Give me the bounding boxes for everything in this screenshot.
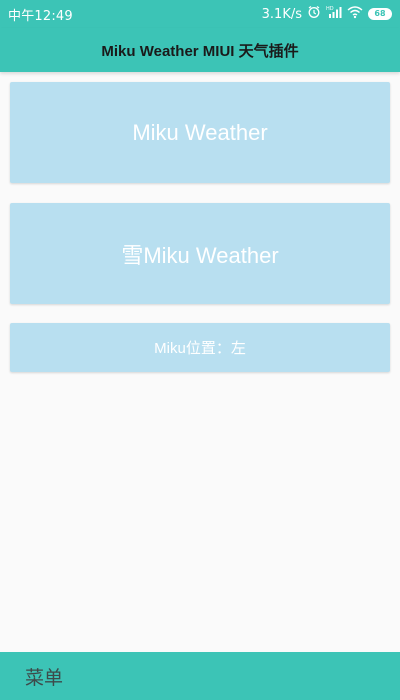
page-title: Miku Weather MIUI 天气插件 — [101, 42, 299, 60]
status-icons: 3.1K/s HD 68 — [262, 5, 392, 23]
card-label: Miku Weather — [132, 119, 268, 145]
signal-icon: HD — [326, 5, 342, 23]
screen: 中午12:49 3.1K/s HD 68 Miku Weather MIUI 天… — [0, 0, 400, 700]
app-bar: Miku Weather MIUI 天气插件 — [0, 28, 400, 72]
bottom-bar: 菜单 — [0, 652, 400, 700]
card-label: 雪Miku Weather — [121, 242, 279, 268]
menu-button[interactable]: 菜单 — [25, 663, 63, 690]
miku-position-button[interactable]: Miku位置：左 — [10, 323, 390, 372]
status-time: 中午12:49 — [8, 8, 73, 24]
card-label: Miku位置：左 — [154, 340, 246, 357]
battery-icon: 68 — [368, 8, 392, 20]
network-speed: 3.1K/s — [261, 6, 302, 22]
wifi-icon — [347, 5, 363, 23]
svg-text:HD: HD — [326, 6, 334, 12]
miku-weather-button[interactable]: Miku Weather — [10, 82, 390, 183]
status-bar: 中午12:49 3.1K/s HD 68 — [0, 0, 400, 28]
alarm-icon — [307, 5, 321, 23]
snow-miku-weather-button[interactable]: 雪Miku Weather — [10, 203, 390, 304]
